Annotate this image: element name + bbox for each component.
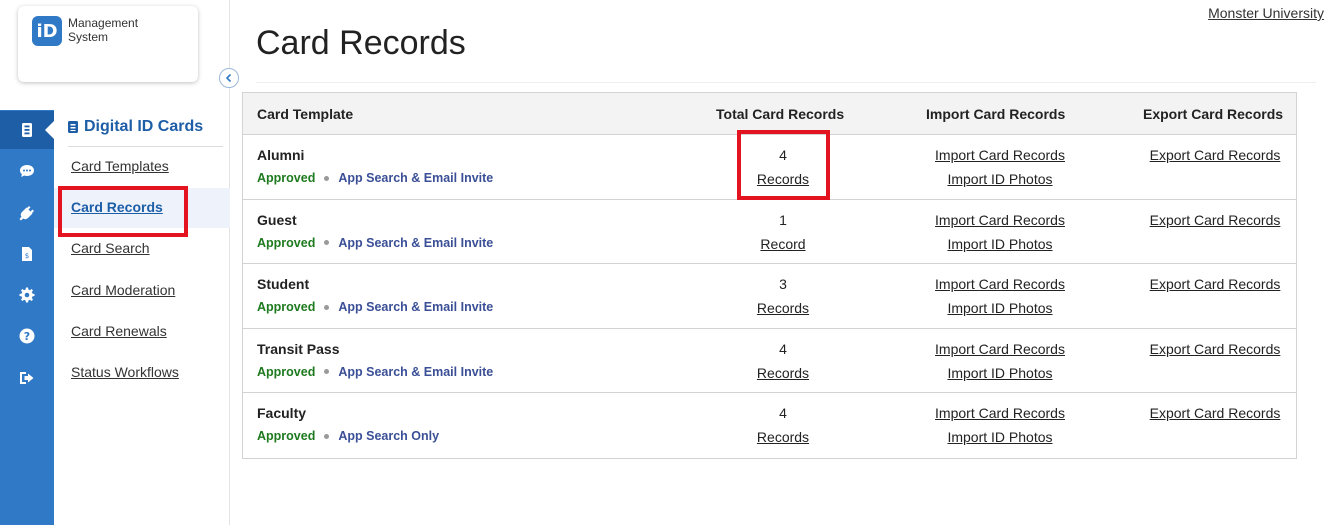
status-badge: Approved <box>257 171 316 185</box>
plug-icon <box>19 206 34 221</box>
status-badge: Approved <box>257 429 316 443</box>
records-link[interactable]: Records <box>723 300 843 316</box>
separator-dot <box>324 175 330 181</box>
import-photos-link[interactable]: Import ID Photos <box>900 365 1100 381</box>
sidebar-item-card-renewals[interactable]: Card Renewals <box>54 312 230 352</box>
table-header: Card Template Total Card Records Import … <box>243 93 1296 135</box>
template-name: Transit Pass <box>257 340 340 357</box>
template-name: Student <box>257 276 310 292</box>
records-link[interactable]: Records <box>723 429 843 445</box>
template-meta: Approved App Search & Email Invite <box>257 300 493 314</box>
import-photos-link[interactable]: Import ID Photos <box>900 171 1100 187</box>
template-meta: Approved App Search & Email Invite <box>257 236 493 250</box>
sidebar-item-label: Card Renewals <box>71 323 167 339</box>
rail-item-integrations[interactable] <box>0 194 54 232</box>
record-count: 3 <box>779 276 787 292</box>
page-title: Card Records <box>256 24 466 62</box>
table-row: Transit Pass Approved App Search & Email … <box>243 329 1296 393</box>
help-icon: ? <box>19 328 35 344</box>
header-export-records: Export Card Records <box>1143 106 1284 122</box>
export-records-link[interactable]: Export Card Records <box>1115 276 1315 292</box>
template-meta: Approved App Search & Email Invite <box>257 365 493 379</box>
collapse-sidebar-button[interactable] <box>219 68 239 88</box>
sidebar-item-label: Card Moderation <box>71 282 176 298</box>
separator-dot <box>324 369 330 374</box>
sidebar-item-status-workflows[interactable]: Status Workflows <box>54 353 230 393</box>
template-name: Alumni <box>257 147 305 163</box>
rail-item-logout[interactable] <box>0 359 54 397</box>
sidebar-section-title: Digital ID Cards <box>68 118 203 136</box>
rail-item-help[interactable]: ? <box>0 317 54 355</box>
highlight-box-records <box>737 130 830 200</box>
access-mode: App Search & Email Invite <box>338 364 494 379</box>
import-photos-link[interactable]: Import ID Photos <box>900 236 1100 252</box>
import-records-link[interactable]: Import Card Records <box>900 212 1100 228</box>
status-badge: Approved <box>257 364 316 379</box>
import-records-link[interactable]: Import Card Records <box>900 276 1100 292</box>
template-name: Guest <box>257 211 297 228</box>
import-records-link[interactable]: Import Card Records <box>900 341 1100 357</box>
template-name: Faculty <box>257 405 307 421</box>
records-link[interactable]: Record <box>723 236 843 252</box>
rail-item-settings[interactable] <box>0 276 54 314</box>
table-row: Guest Approved App Search & Email Invite … <box>243 200 1296 264</box>
access-mode: App Search & Email Invite <box>338 300 494 314</box>
chat-icon <box>20 165 34 177</box>
status-badge: Approved <box>257 235 316 250</box>
export-records-link[interactable]: Export Card Records <box>1115 405 1315 421</box>
import-photos-link[interactable]: Import ID Photos <box>900 300 1100 316</box>
table-row: Student Approved App Search & Email Invit… <box>243 264 1296 329</box>
export-records-link[interactable]: Export Card Records <box>1115 341 1315 357</box>
invoice-icon: $ <box>22 247 32 261</box>
table-row: Faculty Approved App Search Only 4 Record… <box>243 393 1296 458</box>
rail-item-cards[interactable] <box>0 111 55 149</box>
separator-dot <box>324 433 330 439</box>
sidebar-item-label: Status Workflows <box>71 364 179 380</box>
sidebar-item-card-moderation[interactable]: Card Moderation <box>54 271 230 311</box>
header-import-records: Import Card Records <box>926 106 1066 122</box>
highlight-box-nav <box>58 186 188 237</box>
records-link[interactable]: Records <box>723 365 843 381</box>
import-photos-link[interactable]: Import ID Photos <box>900 429 1100 445</box>
icon-rail: $ ? <box>0 110 55 525</box>
sidebar-title-label: Digital ID Cards <box>84 118 204 135</box>
id-card-icon <box>68 121 78 133</box>
secondary-sidebar: Digital ID Cards Card Templates Card Rec… <box>54 0 230 525</box>
status-badge: Approved <box>257 300 316 314</box>
access-mode: App Search Only <box>338 429 440 443</box>
record-count: 4 <box>779 405 787 421</box>
template-meta: Approved App Search Only <box>257 429 439 443</box>
sidebar-item-card-templates[interactable]: Card Templates <box>54 147 230 187</box>
template-meta: Approved App Search & Email Invite <box>257 171 493 185</box>
separator-dot <box>324 240 330 245</box>
id-card-icon <box>22 123 32 137</box>
access-mode: App Search & Email Invite <box>338 171 494 185</box>
export-records-link[interactable]: Export Card Records <box>1115 147 1315 163</box>
rail-item-messages[interactable] <box>0 152 54 190</box>
sidebar-item-label: Card Search <box>71 240 150 256</box>
gear-icon <box>19 287 35 303</box>
export-records-link[interactable]: Export Card Records <box>1115 212 1315 228</box>
record-count: 1 <box>779 211 787 228</box>
svg-text:?: ? <box>24 330 30 343</box>
title-divider <box>256 82 1316 83</box>
chevron-left-icon <box>225 73 232 83</box>
separator-dot <box>324 304 330 310</box>
import-records-link[interactable]: Import Card Records <box>900 147 1100 163</box>
svg-text:$: $ <box>25 252 29 260</box>
org-link[interactable]: Monster University <box>1208 5 1324 21</box>
sidebar-item-label: Card Templates <box>71 158 169 174</box>
access-mode: App Search & Email Invite <box>338 235 494 250</box>
import-records-link[interactable]: Import Card Records <box>900 405 1100 421</box>
logout-icon <box>20 372 34 384</box>
rail-item-billing[interactable]: $ <box>0 235 54 273</box>
header-card-template: Card Template <box>257 106 354 122</box>
header-total-records: Total Card Records <box>716 106 845 122</box>
record-count: 4 <box>779 340 787 357</box>
